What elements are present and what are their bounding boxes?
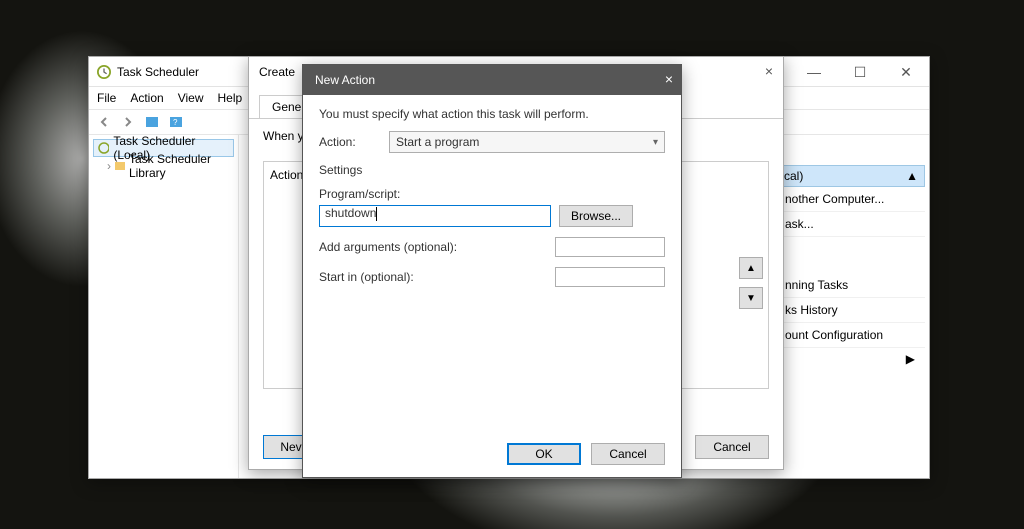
collapse-icon[interactable]: ▲ — [906, 169, 918, 183]
new-action-close-button[interactable]: × — [665, 71, 673, 87]
text-cursor — [376, 207, 377, 221]
start-in-input[interactable] — [555, 267, 665, 287]
create-task-cancel-button[interactable]: Cancel — [695, 435, 769, 459]
action-running-tasks[interactable]: nning Tasks — [777, 273, 925, 298]
svg-text:?: ? — [173, 118, 178, 127]
actions-more-arrow[interactable]: ▶ — [777, 348, 925, 370]
task-scheduler-title: Task Scheduler — [117, 65, 199, 79]
close-button[interactable]: ✕ — [883, 57, 929, 87]
folder-icon — [115, 160, 125, 172]
move-up-button[interactable]: ▲ — [739, 257, 763, 279]
new-action-dialog: New Action × You must specify what actio… — [302, 64, 682, 478]
action-tasks-history[interactable]: ks History — [777, 298, 925, 323]
new-action-title: New Action — [315, 73, 375, 87]
create-task-close-button[interactable]: × — [765, 63, 773, 79]
instruction-text: You must specify what action this task w… — [319, 107, 665, 121]
clock-icon — [98, 142, 109, 154]
action-create-task[interactable]: ask... — [777, 212, 925, 237]
action-dropdown-value: Start a program — [396, 135, 479, 149]
chevron-down-icon: ▾ — [653, 137, 658, 148]
toolbar-icon-2[interactable]: ? — [167, 113, 185, 131]
minimize-button[interactable]: — — [791, 57, 837, 87]
program-script-value: shutdown — [325, 206, 376, 220]
tree-library-label: Task Scheduler Library — [129, 152, 230, 180]
ok-button[interactable]: OK — [507, 443, 581, 465]
back-button[interactable] — [95, 113, 113, 131]
move-down-button[interactable]: ▼ — [739, 287, 763, 309]
menu-file[interactable]: File — [97, 91, 116, 105]
tree-pane: Task Scheduler (Local) › Task Scheduler … — [89, 135, 239, 478]
actions-pane-heading: cal) ▲ — [777, 165, 925, 187]
arguments-input[interactable] — [555, 237, 665, 257]
create-task-title: Create — [259, 65, 295, 79]
maximize-button[interactable]: ☐ — [837, 57, 883, 87]
start-in-label: Start in (optional): — [319, 270, 414, 284]
tree-library[interactable]: › Task Scheduler Library — [93, 157, 234, 175]
menu-help[interactable]: Help — [218, 91, 243, 105]
action-dropdown[interactable]: Start a program ▾ — [389, 131, 665, 153]
forward-button[interactable] — [119, 113, 137, 131]
action-label: Action: — [319, 135, 389, 149]
arguments-label: Add arguments (optional): — [319, 240, 457, 254]
browse-button[interactable]: Browse... — [559, 205, 633, 227]
cancel-button[interactable]: Cancel — [591, 443, 665, 465]
program-script-label: Program/script: — [319, 187, 665, 201]
program-script-input[interactable]: shutdown — [319, 205, 551, 227]
menu-action[interactable]: Action — [130, 91, 163, 105]
expand-icon[interactable]: › — [107, 159, 111, 173]
actions-pane: cal) ▲ nother Computer... ask... nning T… — [777, 165, 925, 370]
action-column-header: Action — [270, 168, 303, 182]
action-connect-computer[interactable]: nother Computer... — [777, 187, 925, 212]
toolbar-icon-1[interactable] — [143, 113, 161, 131]
menu-view[interactable]: View — [178, 91, 204, 105]
new-action-titlebar[interactable]: New Action × — [303, 65, 681, 95]
clock-icon — [97, 65, 111, 79]
settings-label: Settings — [319, 163, 665, 177]
action-account-config[interactable]: ount Configuration — [777, 323, 925, 348]
